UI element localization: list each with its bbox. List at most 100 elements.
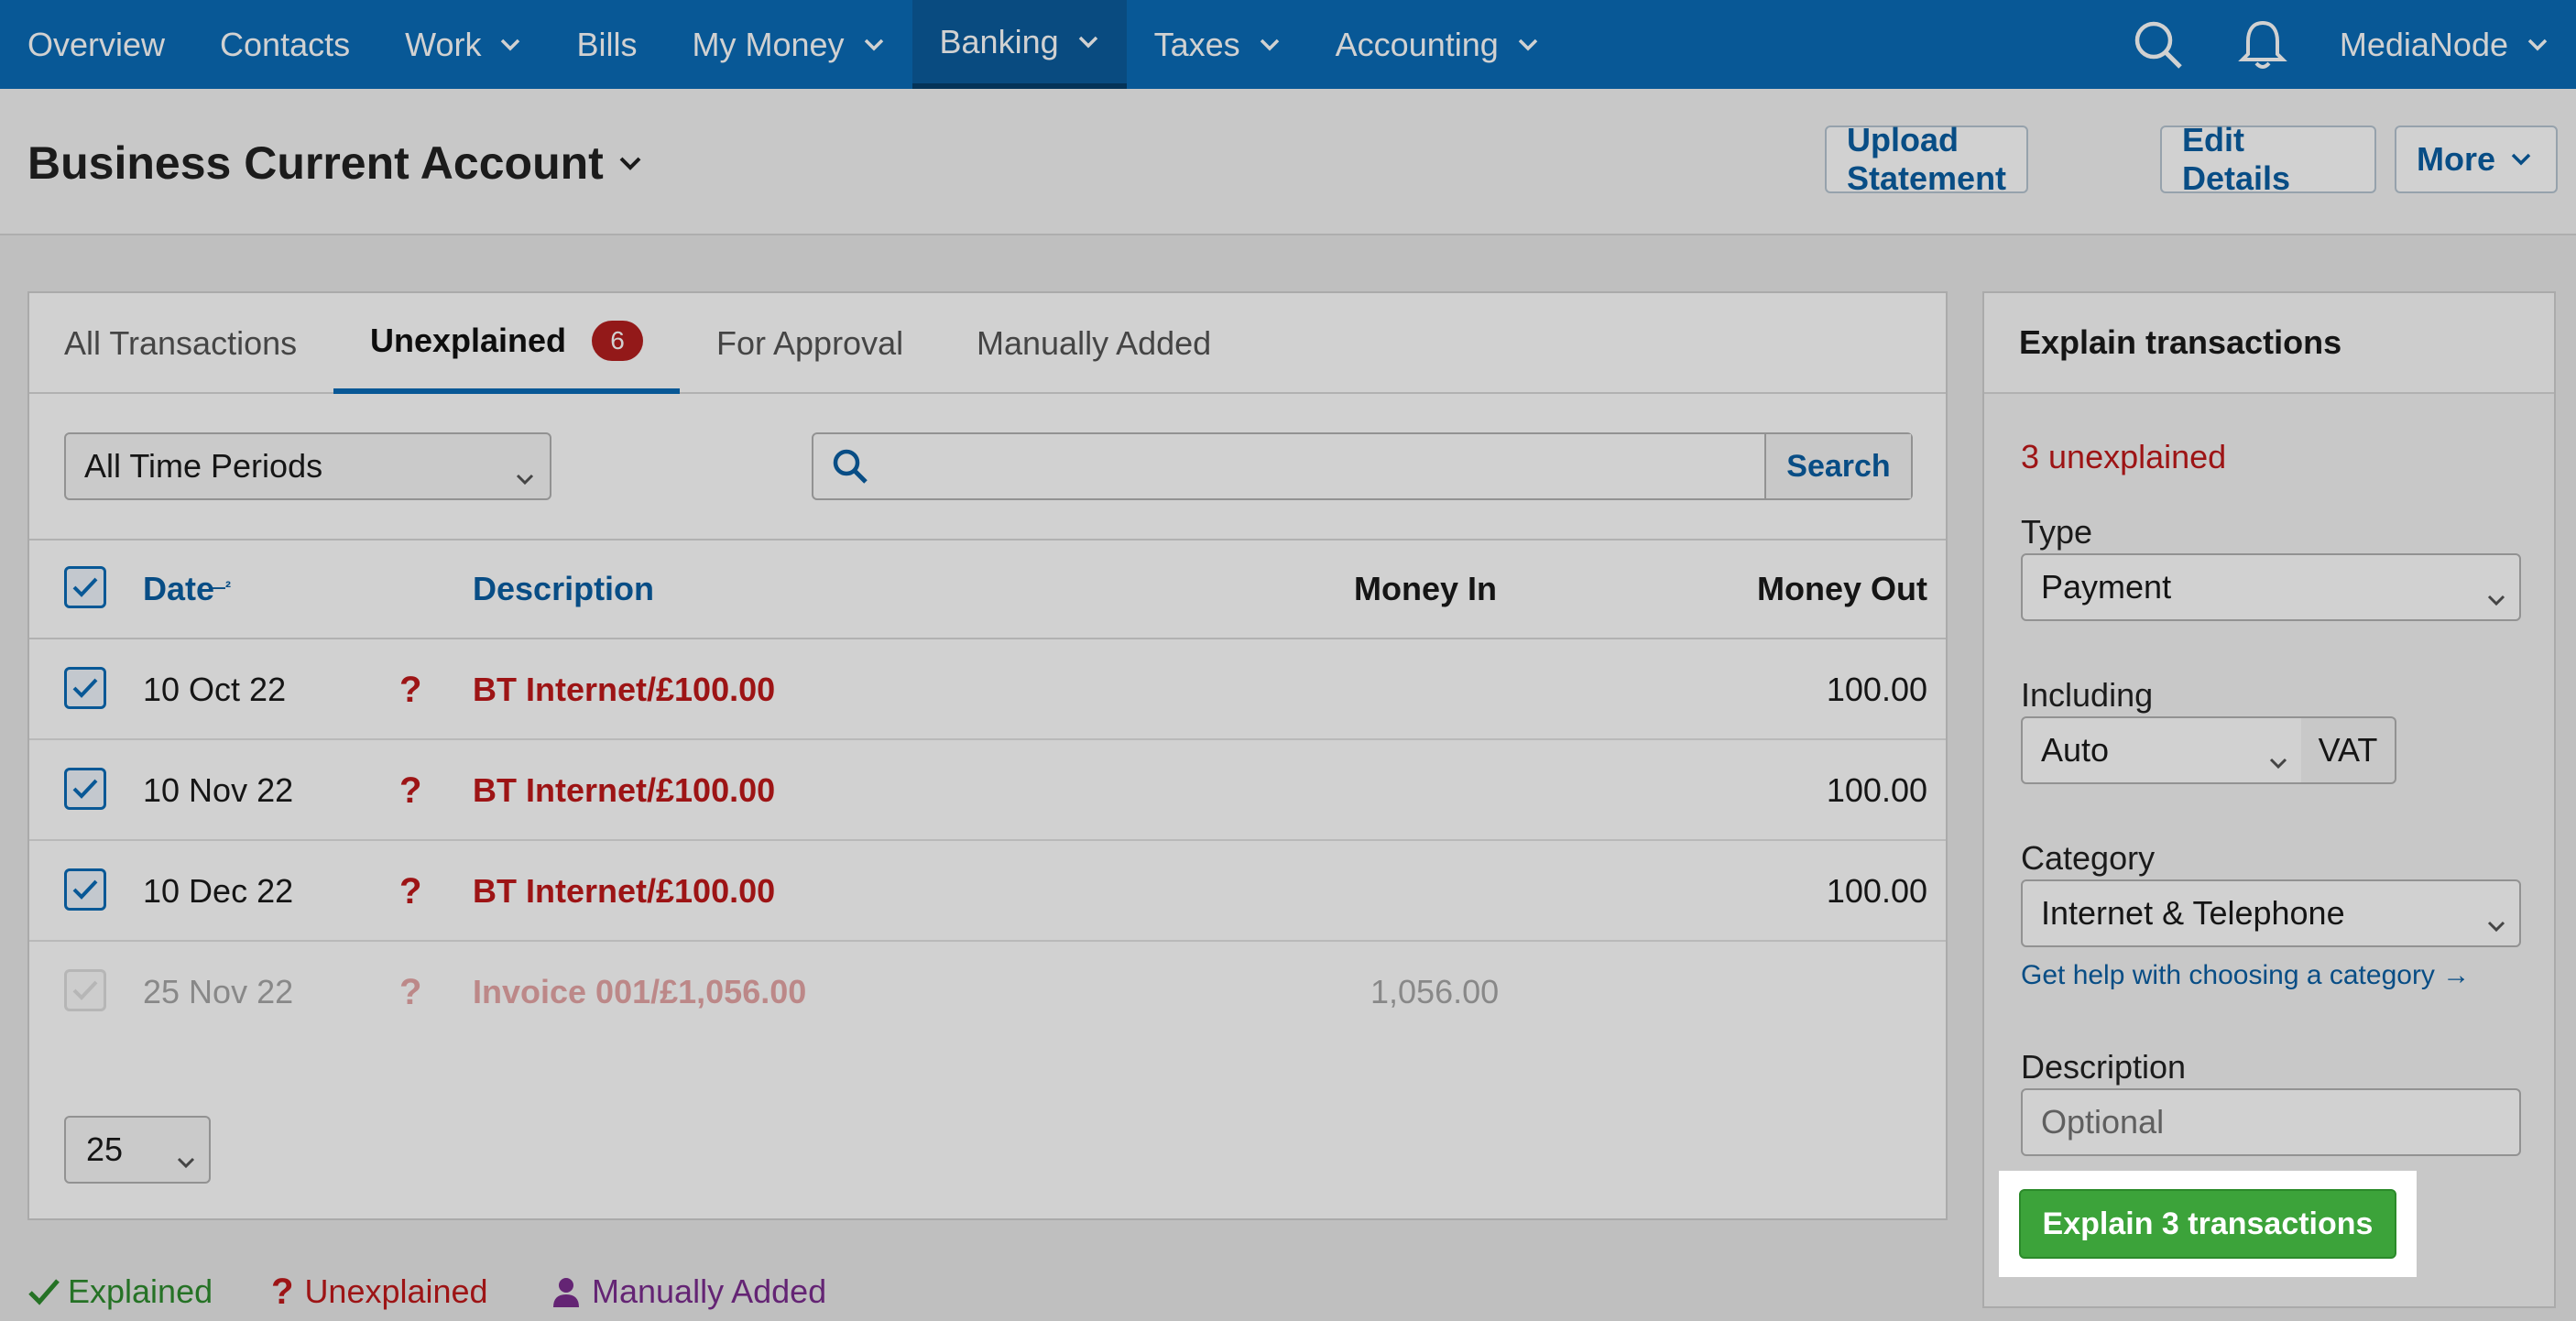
vat-addon: VAT (2301, 716, 2396, 784)
nav-taxes[interactable]: Taxes (1127, 0, 1308, 89)
explain-panel-title: Explain transactions (1984, 293, 2554, 394)
table-row[interactable]: 25 Nov 22 ? Invoice 001/£1,056.00 1,056.… (29, 942, 1946, 1043)
row-description[interactable]: BT Internet/£100.00 (473, 639, 775, 740)
chevron-down-icon (2486, 903, 2506, 942)
row-date: 25 Nov 22 (143, 973, 294, 1010)
page-title: Business Current Account (27, 137, 604, 189)
chevron-down-icon (1259, 38, 1281, 52)
nav-taxes-label: Taxes (1153, 25, 1240, 63)
transactions-panel: All Transactions Unexplained 6 For Appro… (27, 291, 1948, 1220)
row-money-out: 100.00 (1826, 872, 1927, 910)
nav-contacts-label: Contacts (220, 25, 351, 63)
row-description[interactable]: Invoice 001/£1,056.00 (473, 942, 806, 1043)
nav-banking-label: Banking (939, 22, 1059, 60)
chevron-down-icon (515, 456, 535, 495)
explain-button-highlight: Explain 3 transactions (1999, 1171, 2417, 1277)
edit-details-button[interactable]: Edit Details (2160, 121, 2376, 197)
upload-statement-button[interactable]: Upload Statement (1825, 121, 2028, 197)
row-description[interactable]: BT Internet/£100.00 (473, 841, 775, 942)
upload-statement-label: Upload Statement (1847, 121, 2007, 197)
row-checkbox[interactable] (64, 969, 106, 1011)
description-column-header[interactable]: Description (473, 540, 654, 638)
user-name: MediaNode (2339, 25, 2508, 63)
chevron-down-icon (2268, 740, 2288, 779)
unexplained-count-badge: 6 (592, 321, 644, 361)
tab-manual-label: Manually Added (977, 324, 1212, 362)
nav-overview[interactable]: Overview (0, 0, 192, 89)
type-label: Type (2021, 513, 2093, 551)
category-value: Internet & Telephone (2041, 894, 2345, 932)
checkmark-icon (72, 980, 98, 1000)
chevron-down-icon (1517, 38, 1539, 52)
nav-my-money-label: My Money (692, 25, 845, 63)
tab-all-transactions[interactable]: All Transactions (64, 293, 297, 394)
nav-accounting[interactable]: Accounting (1308, 0, 1566, 89)
row-description[interactable]: BT Internet/£100.00 (473, 740, 775, 841)
user-menu[interactable]: MediaNode (2340, 26, 2576, 64)
row-checkbox[interactable] (64, 667, 106, 709)
money-out-header-label: Money Out (1757, 570, 1927, 607)
description-input[interactable] (2021, 1088, 2521, 1156)
legend-explained: Explained (27, 1264, 213, 1319)
category-select[interactable]: Internet & Telephone (2021, 879, 2521, 947)
explain-button-label: Explain 3 transactions (2042, 1206, 2374, 1241)
nav-work[interactable]: Work (377, 0, 549, 89)
including-label: Including (2021, 676, 2154, 714)
table-row[interactable]: 10 Dec 22 ? BT Internet/£100.00 100.00 (29, 841, 1946, 942)
checkmark-icon (72, 879, 98, 900)
including-select[interactable]: Auto (2021, 716, 2303, 784)
per-page-value: 25 (86, 1130, 124, 1168)
search-icon[interactable] (2131, 17, 2186, 72)
explain-panel: Explain transactions 3 unexplained Type … (1982, 291, 2556, 1308)
explain-transactions-button[interactable]: Explain 3 transactions (2019, 1189, 2396, 1259)
nav-banking[interactable]: Banking (911, 0, 1127, 89)
question-icon: ? (271, 1271, 294, 1312)
unexplained-icon: ? (399, 971, 422, 1012)
chevron-down-icon (176, 1140, 196, 1178)
money-in-column-header: Money In (1354, 540, 1497, 638)
more-button[interactable]: More (2395, 126, 2558, 193)
description-header-label: Description (473, 570, 655, 607)
row-checkbox[interactable] (64, 768, 106, 810)
tab-for-approval[interactable]: For Approval (716, 293, 903, 394)
search-bar: Search (812, 432, 1913, 500)
person-icon (553, 1278, 579, 1307)
row-date: 10 Oct 22 (143, 671, 287, 708)
row-money-in: 1,056.00 (1370, 973, 1500, 1010)
search-button[interactable]: Search (1764, 434, 1911, 498)
account-selector[interactable]: Business Current Account (27, 136, 642, 190)
type-value: Payment (2041, 568, 2172, 606)
select-all-checkbox[interactable] (64, 566, 106, 608)
nav-my-money[interactable]: My Money (664, 0, 911, 89)
chevron-down-icon (618, 155, 642, 171)
checkmark-icon (28, 1279, 60, 1305)
search-icon (813, 434, 887, 498)
search-input[interactable] (887, 434, 1764, 498)
checkmark-icon (72, 678, 98, 698)
per-page-select[interactable]: 25 (64, 1116, 211, 1184)
edit-details-label: Edit Details (2182, 121, 2291, 197)
tab-approval-label: For Approval (716, 324, 904, 362)
description-label: Description (2021, 1048, 2187, 1086)
chevron-down-icon (2510, 152, 2532, 167)
category-help-link[interactable]: Get help with choosing a category → (2021, 960, 2470, 991)
table-row[interactable]: 10 Oct 22 ? BT Internet/£100.00 100.00 (29, 639, 1946, 740)
table-row[interactable]: 10 Nov 22 ? BT Internet/£100.00 100.00 (29, 740, 1946, 841)
chevron-down-icon (1077, 35, 1099, 49)
date-column-header[interactable]: Date —² (143, 540, 231, 638)
nav-bills[interactable]: Bills (549, 0, 664, 89)
row-checkbox[interactable] (64, 868, 106, 911)
tab-unexplained[interactable]: Unexplained 6 (333, 293, 681, 394)
row-date: 10 Nov 22 (143, 771, 294, 809)
tab-manually-added[interactable]: Manually Added (977, 293, 1211, 394)
bell-icon[interactable] (2235, 17, 2290, 72)
unexplained-count: 3 unexplained (2021, 438, 2227, 475)
tab-all-label: All Transactions (64, 324, 298, 362)
nav-contacts[interactable]: Contacts (192, 0, 377, 89)
sort-icon: —² (209, 577, 232, 596)
chevron-down-icon (2486, 577, 2506, 616)
type-select[interactable]: Payment (2021, 553, 2521, 621)
chevron-down-icon (2527, 38, 2549, 52)
money-in-header-label: Money In (1354, 570, 1498, 607)
period-select[interactable]: All Time Periods (64, 432, 551, 500)
